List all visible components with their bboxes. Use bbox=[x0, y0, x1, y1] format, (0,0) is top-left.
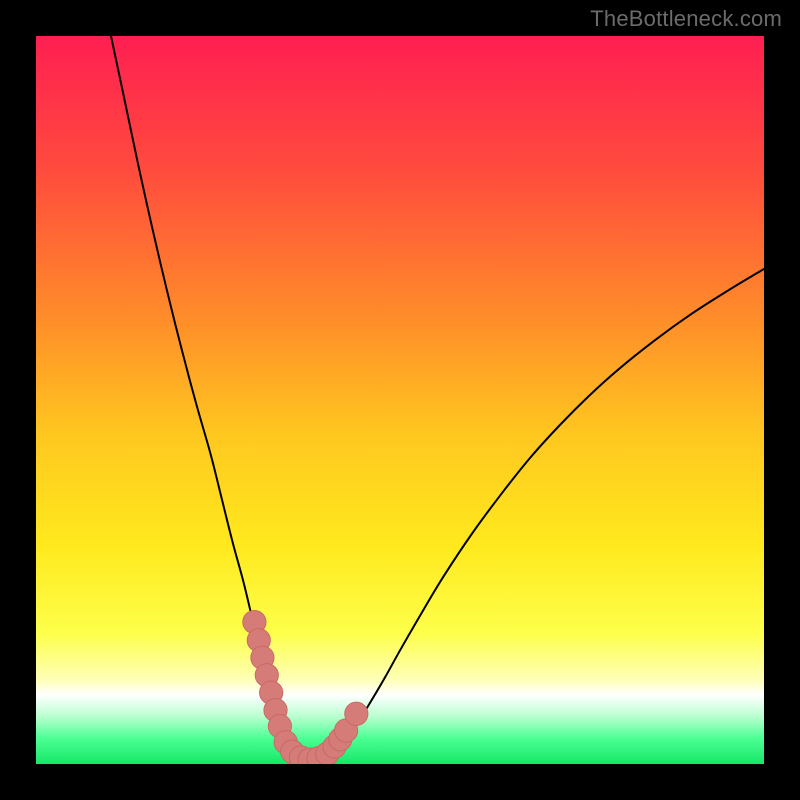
chart-stage: TheBottleneck.com bbox=[0, 0, 800, 800]
background-gradient bbox=[36, 36, 764, 764]
watermark-text: TheBottleneck.com bbox=[590, 6, 782, 32]
plot-area bbox=[36, 36, 764, 764]
